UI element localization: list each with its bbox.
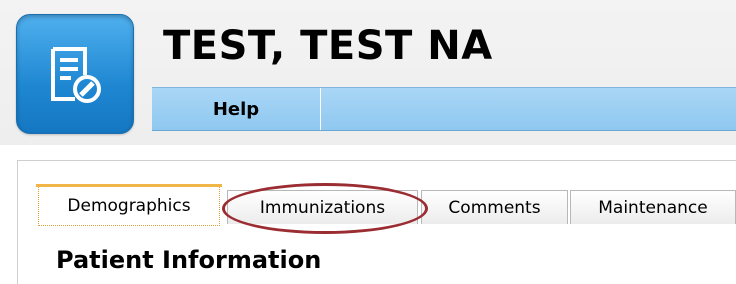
section-title-patient-information: Patient Information: [56, 246, 322, 274]
document-edit-icon: [51, 47, 101, 103]
patient-name: TEST, TEST NA: [163, 23, 493, 69]
tab-maintenance[interactable]: Maintenance: [570, 190, 736, 224]
tab-immunizations[interactable]: Immunizations: [227, 190, 418, 224]
tab-demographics[interactable]: Demographics: [36, 184, 222, 226]
app-icon[interactable]: [16, 14, 134, 134]
tab-comments[interactable]: Comments: [421, 190, 568, 224]
menu-bar: Help: [152, 87, 736, 131]
menu-item-help[interactable]: Help: [152, 88, 321, 130]
